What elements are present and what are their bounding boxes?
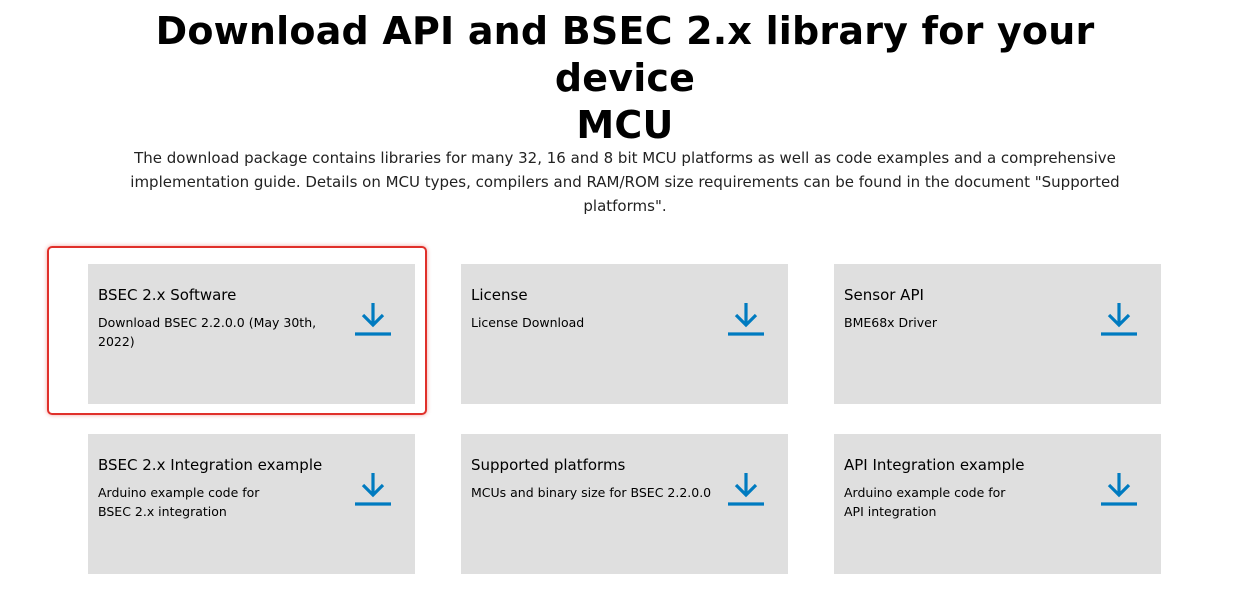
card-title: BSEC 2.x Software [98, 286, 237, 304]
download-icon[interactable] [727, 470, 765, 508]
download-icon[interactable] [727, 300, 765, 338]
download-icon[interactable] [1100, 470, 1138, 508]
card-description-line2: BSEC 2.x integration [98, 504, 227, 519]
download-card-license[interactable]: License License Download [461, 264, 788, 404]
download-card-bsec-software[interactable]: BSEC 2.x Software Download BSEC 2.2.0.0 … [88, 264, 415, 404]
card-title: API Integration example [844, 456, 1025, 474]
page-title: Download API and BSEC 2.x library for yo… [80, 8, 1170, 149]
card-description: License Download [471, 313, 711, 332]
card-title: License [471, 286, 528, 304]
card-title: Supported platforms [471, 456, 626, 474]
intro-text: The download package contains libraries … [130, 149, 1120, 215]
download-icon[interactable] [354, 470, 392, 508]
download-card-bsec-integration-example[interactable]: BSEC 2.x Integration example Arduino exa… [88, 434, 415, 574]
card-description: MCUs and binary size for BSEC 2.2.0.0 [471, 483, 711, 502]
card-description-line2: API integration [844, 504, 937, 519]
download-icon[interactable] [1100, 300, 1138, 338]
download-icon[interactable] [354, 300, 392, 338]
page-title-line2: MCU [576, 103, 674, 147]
card-description-line1: MCUs and binary size for BSEC 2.2.0.0 [471, 485, 712, 500]
card-description-line1: Arduino example code for [844, 485, 1006, 500]
card-description: Arduino example code for BSEC 2.x integr… [98, 483, 338, 521]
card-title: Sensor API [844, 286, 924, 304]
card-description-line1: Download BSEC 2.2.0.0 (May 30th, [98, 315, 317, 330]
card-description-line2: 2022) [98, 334, 135, 349]
card-title: BSEC 2.x Integration example [98, 456, 323, 474]
card-description-line1: License Download [471, 315, 585, 330]
card-description: Arduino example code for API integration [844, 483, 1084, 521]
download-card-supported-platforms[interactable]: Supported platforms MCUs and binary size… [461, 434, 788, 574]
download-card-api-integration-example[interactable]: API Integration example Arduino example … [834, 434, 1161, 574]
card-description-line1: Arduino example code for [98, 485, 260, 500]
card-description: BME68x Driver [844, 313, 1084, 332]
page-title-line1: Download API and BSEC 2.x library for yo… [155, 9, 1095, 100]
card-description-line1: BME68x Driver [844, 315, 937, 330]
download-card-sensor-api[interactable]: Sensor API BME68x Driver [834, 264, 1161, 404]
card-description: Download BSEC 2.2.0.0 (May 30th, 2022) [98, 313, 338, 351]
